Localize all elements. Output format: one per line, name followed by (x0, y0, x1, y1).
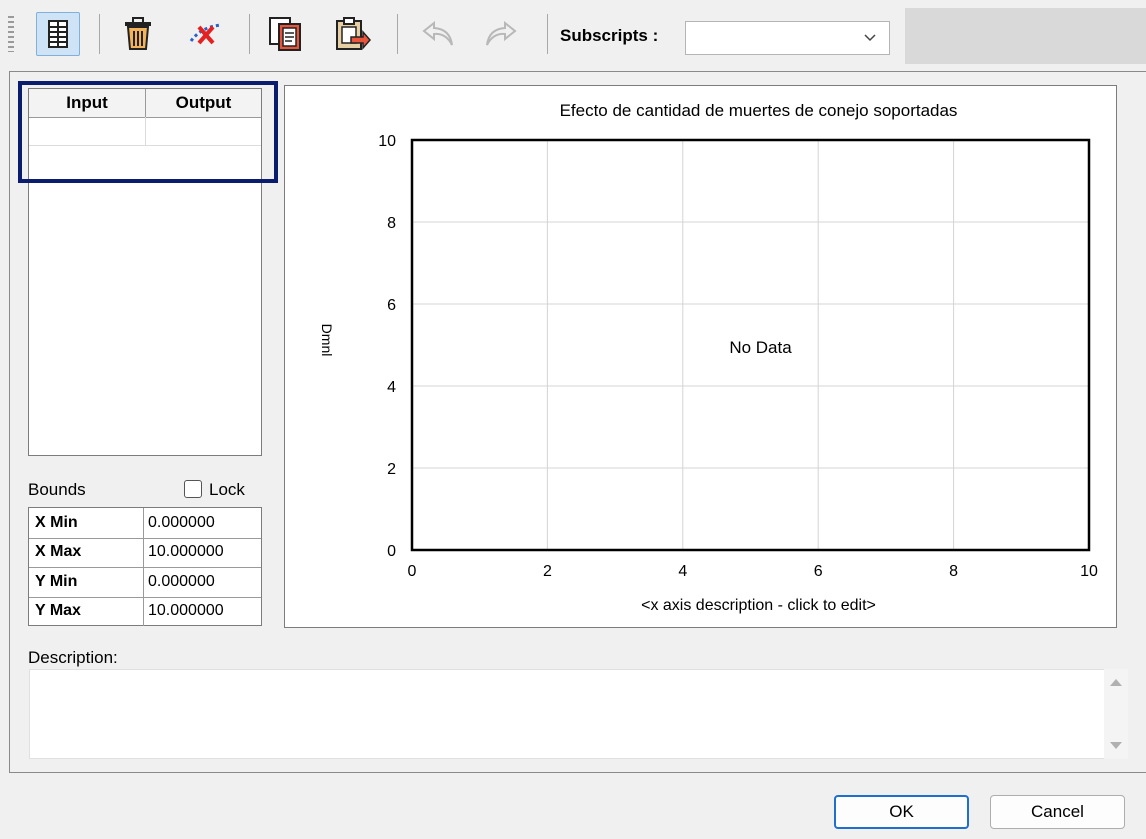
description-textarea[interactable] (29, 669, 1128, 759)
bounds-table: X Min 0.000000 X Max 10.000000 Y Min 0.0… (28, 507, 262, 626)
bounds-name: Y Max (29, 596, 144, 626)
ok-button[interactable]: OK (834, 795, 969, 829)
copy-icon[interactable] (263, 12, 307, 56)
toolbar-filler (905, 8, 1146, 64)
y-tick-label: 8 (387, 215, 396, 232)
x-tick-label: 4 (678, 563, 687, 580)
description-text (30, 670, 1127, 682)
y-axis-label[interactable]: Dmnl (319, 324, 335, 357)
chevron-down-icon (864, 34, 876, 42)
trash-icon[interactable] (116, 12, 160, 56)
x-tick-label: 0 (408, 563, 417, 580)
paste-icon[interactable] (330, 12, 374, 56)
toolbar-separator (397, 14, 398, 54)
toolbar-separator (99, 14, 100, 54)
y-tick-label: 4 (387, 379, 396, 396)
subscripts-select[interactable] (685, 21, 890, 55)
x-axis-label[interactable]: <x axis description - click to edit> (641, 597, 876, 614)
toolbar-separator (547, 14, 548, 54)
y-tick-label: 2 (387, 461, 396, 478)
scroll-up-icon[interactable] (1110, 679, 1122, 686)
y-tick-label: 6 (387, 297, 396, 314)
redo-icon[interactable] (479, 12, 523, 56)
x-tick-label: 10 (1080, 563, 1098, 580)
toolbar-grip[interactable] (8, 16, 14, 52)
bounds-name: X Max (29, 537, 144, 567)
x-tick-label: 8 (949, 563, 958, 580)
bounds-row-y-max: Y Max 10.000000 (29, 596, 261, 627)
y-tick-label: 10 (378, 133, 396, 150)
bounds-label: Bounds (28, 480, 86, 499)
highlight-annotation (18, 81, 278, 183)
y-max-field[interactable]: 10.000000 (146, 597, 261, 627)
clear-points-icon[interactable] (184, 12, 228, 56)
lock-label[interactable]: Lock (209, 480, 245, 500)
bounds-row-x-max: X Max 10.000000 (29, 537, 261, 568)
bounds-row-x-min: X Min 0.000000 (29, 508, 261, 539)
bounds-name: X Min (29, 508, 144, 538)
bounds-name: Y Min (29, 567, 144, 597)
x-tick-label: 2 (543, 563, 552, 580)
description-label: Description: (28, 648, 118, 667)
table-icon[interactable] (36, 12, 80, 56)
lookup-graph[interactable]: Efecto de cantidad de muertes de conejo … (284, 85, 1117, 628)
chart-title: Efecto de cantidad de muertes de conejo … (560, 101, 958, 120)
x-max-field[interactable]: 10.000000 (146, 538, 261, 568)
toolbar-separator (249, 14, 250, 54)
description-scrollbar[interactable] (1104, 669, 1128, 759)
no-data-message: No Data (729, 338, 792, 357)
y-tick-label: 0 (387, 543, 396, 560)
x-min-field[interactable]: 0.000000 (146, 508, 261, 538)
bounds-row-y-min: Y Min 0.000000 (29, 567, 261, 598)
scroll-down-icon[interactable] (1110, 742, 1122, 749)
cancel-button[interactable]: Cancel (990, 795, 1125, 829)
undo-icon[interactable] (416, 12, 460, 56)
y-min-field[interactable]: 0.000000 (146, 567, 261, 597)
subscripts-label: Subscripts : (560, 26, 659, 45)
x-tick-label: 6 (814, 563, 823, 580)
lock-checkbox[interactable] (184, 480, 202, 498)
